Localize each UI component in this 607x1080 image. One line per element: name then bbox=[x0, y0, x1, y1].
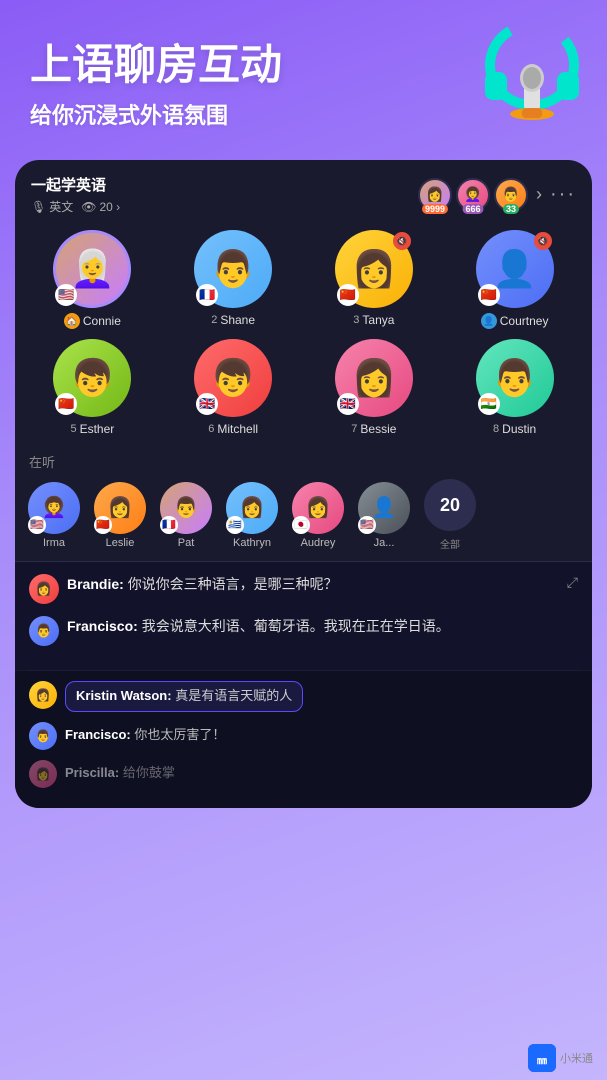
priscilla-msg: Priscilla: 给你鼓掌 bbox=[65, 760, 175, 782]
francisco-text: 我会说意大利语、葡萄牙语。我现在正在学日语。 bbox=[142, 618, 450, 634]
speaker-mitchell[interactable]: 👦 🇬🇧 6 Mitchell bbox=[168, 339, 299, 436]
priscilla-avatar: 👩 bbox=[29, 760, 57, 788]
listener-irma[interactable]: 👩‍🦱 🇺🇸 Irma bbox=[25, 482, 83, 549]
flag-cn3: 🇨🇳 bbox=[55, 393, 77, 415]
francisco2-avatar: 👨 bbox=[29, 722, 57, 750]
mic-icon: 🎙 bbox=[31, 200, 46, 214]
flag-cn: 🇨🇳 bbox=[337, 284, 359, 306]
listener-audrey[interactable]: 👩 🇯🇵 Audrey bbox=[289, 482, 347, 549]
flag-gb: 🇬🇧 bbox=[196, 393, 218, 415]
speaker-bessie[interactable]: 👩 🇬🇧 7 Bessie bbox=[309, 339, 440, 436]
expand-avatars-button[interactable]: › bbox=[536, 184, 542, 205]
flag-fr-pat: 🇫🇷 bbox=[160, 516, 178, 534]
eye-icon: 👁 bbox=[81, 200, 96, 214]
flag-us: 🇺🇸 bbox=[55, 284, 77, 306]
kristin-avatar: 👩 bbox=[29, 681, 57, 709]
brandie-sender: Brandie: bbox=[67, 576, 128, 592]
flag-gb2: 🇬🇧 bbox=[337, 393, 359, 415]
speaker-shane[interactable]: 👨 🇫🇷 2 Shane bbox=[168, 230, 299, 329]
speaker-courtney[interactable]: 👤 🇨🇳 🔇 👤 Courtney bbox=[449, 230, 580, 329]
more-options-button[interactable]: ··· bbox=[550, 183, 576, 206]
flag-us-irma: 🇺🇸 bbox=[28, 516, 46, 534]
flag-in: 🇮🇳 bbox=[478, 393, 500, 415]
flag-cn-leslie: 🇨🇳 bbox=[94, 516, 112, 534]
listener-ja[interactable]: 👤 🇺🇸 Ja... bbox=[355, 482, 413, 549]
kristin-msg: Kristin Watson: 真是有语言天赋的人 bbox=[65, 681, 303, 711]
speaker-connie[interactable]: 👩‍🦳 🇺🇸 🏠 Connie bbox=[27, 230, 158, 329]
room-meta: 🎙 英文 👁 20 › bbox=[31, 198, 418, 215]
listener-kathryn[interactable]: 👩 🇺🇾 Kathryn bbox=[223, 482, 281, 549]
illustration bbox=[467, 10, 597, 140]
chat-section: ⤢ 👩 Brandie: 你说你会三种语言，是哪三种呢？ 👨 Francisco… bbox=[15, 561, 592, 670]
brand-footer: ㎜ 小米通 bbox=[528, 1044, 593, 1072]
header-avatar-3: 👨 33 bbox=[494, 178, 528, 212]
brandie-text: 你说你会三种语言，是哪三种呢？ bbox=[128, 576, 338, 592]
svg-text:㎜: ㎜ bbox=[537, 1056, 547, 1067]
flag-us-ja: 🇺🇸 bbox=[358, 516, 376, 534]
flag-cn2: 🇨🇳 bbox=[478, 284, 500, 306]
flag-uy-kathryn: 🇺🇾 bbox=[226, 516, 244, 534]
flag-jp-audrey: 🇯🇵 bbox=[292, 516, 310, 534]
lower-msg-priscilla: 👩 Priscilla: 给你鼓掌 bbox=[29, 760, 578, 788]
header-area: 上语聊房互动 给你沉浸式外语氛围 bbox=[0, 0, 607, 150]
brand-logo: ㎜ bbox=[528, 1044, 556, 1072]
francisco2-msg: Francisco: 你也太厉害了！ bbox=[65, 722, 225, 744]
room-name: 一起学英语 bbox=[31, 174, 418, 195]
host-icon: 🏠 bbox=[64, 313, 80, 329]
listeners-label: 在听 bbox=[15, 446, 592, 475]
listener-pat[interactable]: 👨 🇫🇷 Pat bbox=[157, 482, 215, 549]
room-viewers[interactable]: 👁 20 › bbox=[81, 200, 120, 214]
header-avatar-2: 👩‍🦱 666 bbox=[456, 178, 490, 212]
brandie-avatar: 👩 bbox=[29, 574, 59, 604]
room-info: 一起学英语 🎙 英文 👁 20 › bbox=[31, 174, 418, 215]
person-icon: 👤 bbox=[481, 313, 497, 329]
flag-fr: 🇫🇷 bbox=[196, 284, 218, 306]
header-avatar-1: 👩 9999 bbox=[418, 178, 452, 212]
lower-chat: 👩 Kristin Watson: 真是有语言天赋的人 👨 Francisco:… bbox=[15, 671, 592, 807]
avatar-stack: 👩 9999 👩‍🦱 666 👨 33 bbox=[418, 178, 528, 212]
lower-msg-kristin: 👩 Kristin Watson: 真是有语言天赋的人 bbox=[29, 681, 578, 711]
brand-name: 小米通 bbox=[560, 1050, 593, 1066]
speakers-grid: 👩‍🦳 🇺🇸 🏠 Connie 👨 🇫🇷 2 Shane 👩 bbox=[15, 225, 592, 446]
speaker-esther[interactable]: 👦 🇨🇳 5 Esther bbox=[27, 339, 158, 436]
chat-msg-brandie: 👩 Brandie: 你说你会三种语言，是哪三种呢？ bbox=[29, 574, 578, 604]
lower-msg-francisco2: 👨 Francisco: 你也太厉害了！ bbox=[29, 722, 578, 750]
room-actions: 👩 9999 👩‍🦱 666 👨 33 › ··· bbox=[418, 178, 576, 212]
room-header: 一起学英语 🎙 英文 👁 20 › 👩 9999 � bbox=[15, 160, 592, 225]
room-language: 🎙 英文 bbox=[31, 198, 73, 215]
francisco-sender: Francisco: bbox=[67, 618, 142, 634]
listeners-row: 👩‍🦱 🇺🇸 Irma 👩 🇨🇳 Leslie 👨 🇫🇷 Pat 👩 🇺🇾 bbox=[15, 475, 592, 561]
francisco-avatar: 👨 bbox=[29, 616, 59, 646]
main-card: 一起学英语 🎙 英文 👁 20 › 👩 9999 � bbox=[15, 160, 592, 807]
speaker-dustin[interactable]: 👨 🇮🇳 8 Dustin bbox=[449, 339, 580, 436]
more-listeners[interactable]: 20 全部 bbox=[421, 479, 479, 551]
muted-icon: 🔇 bbox=[393, 232, 411, 250]
expand-chat-button[interactable]: ⤢ bbox=[567, 574, 578, 591]
listener-leslie[interactable]: 👩 🇨🇳 Leslie bbox=[91, 482, 149, 549]
chat-msg-francisco: 👨 Francisco: 我会说意大利语、葡萄牙语。我现在正在学日语。 bbox=[29, 616, 578, 646]
speaker-tanya[interactable]: 👩 🇨🇳 🔇 3 Tanya bbox=[309, 230, 440, 329]
muted-icon-2: 🔇 bbox=[534, 232, 552, 250]
